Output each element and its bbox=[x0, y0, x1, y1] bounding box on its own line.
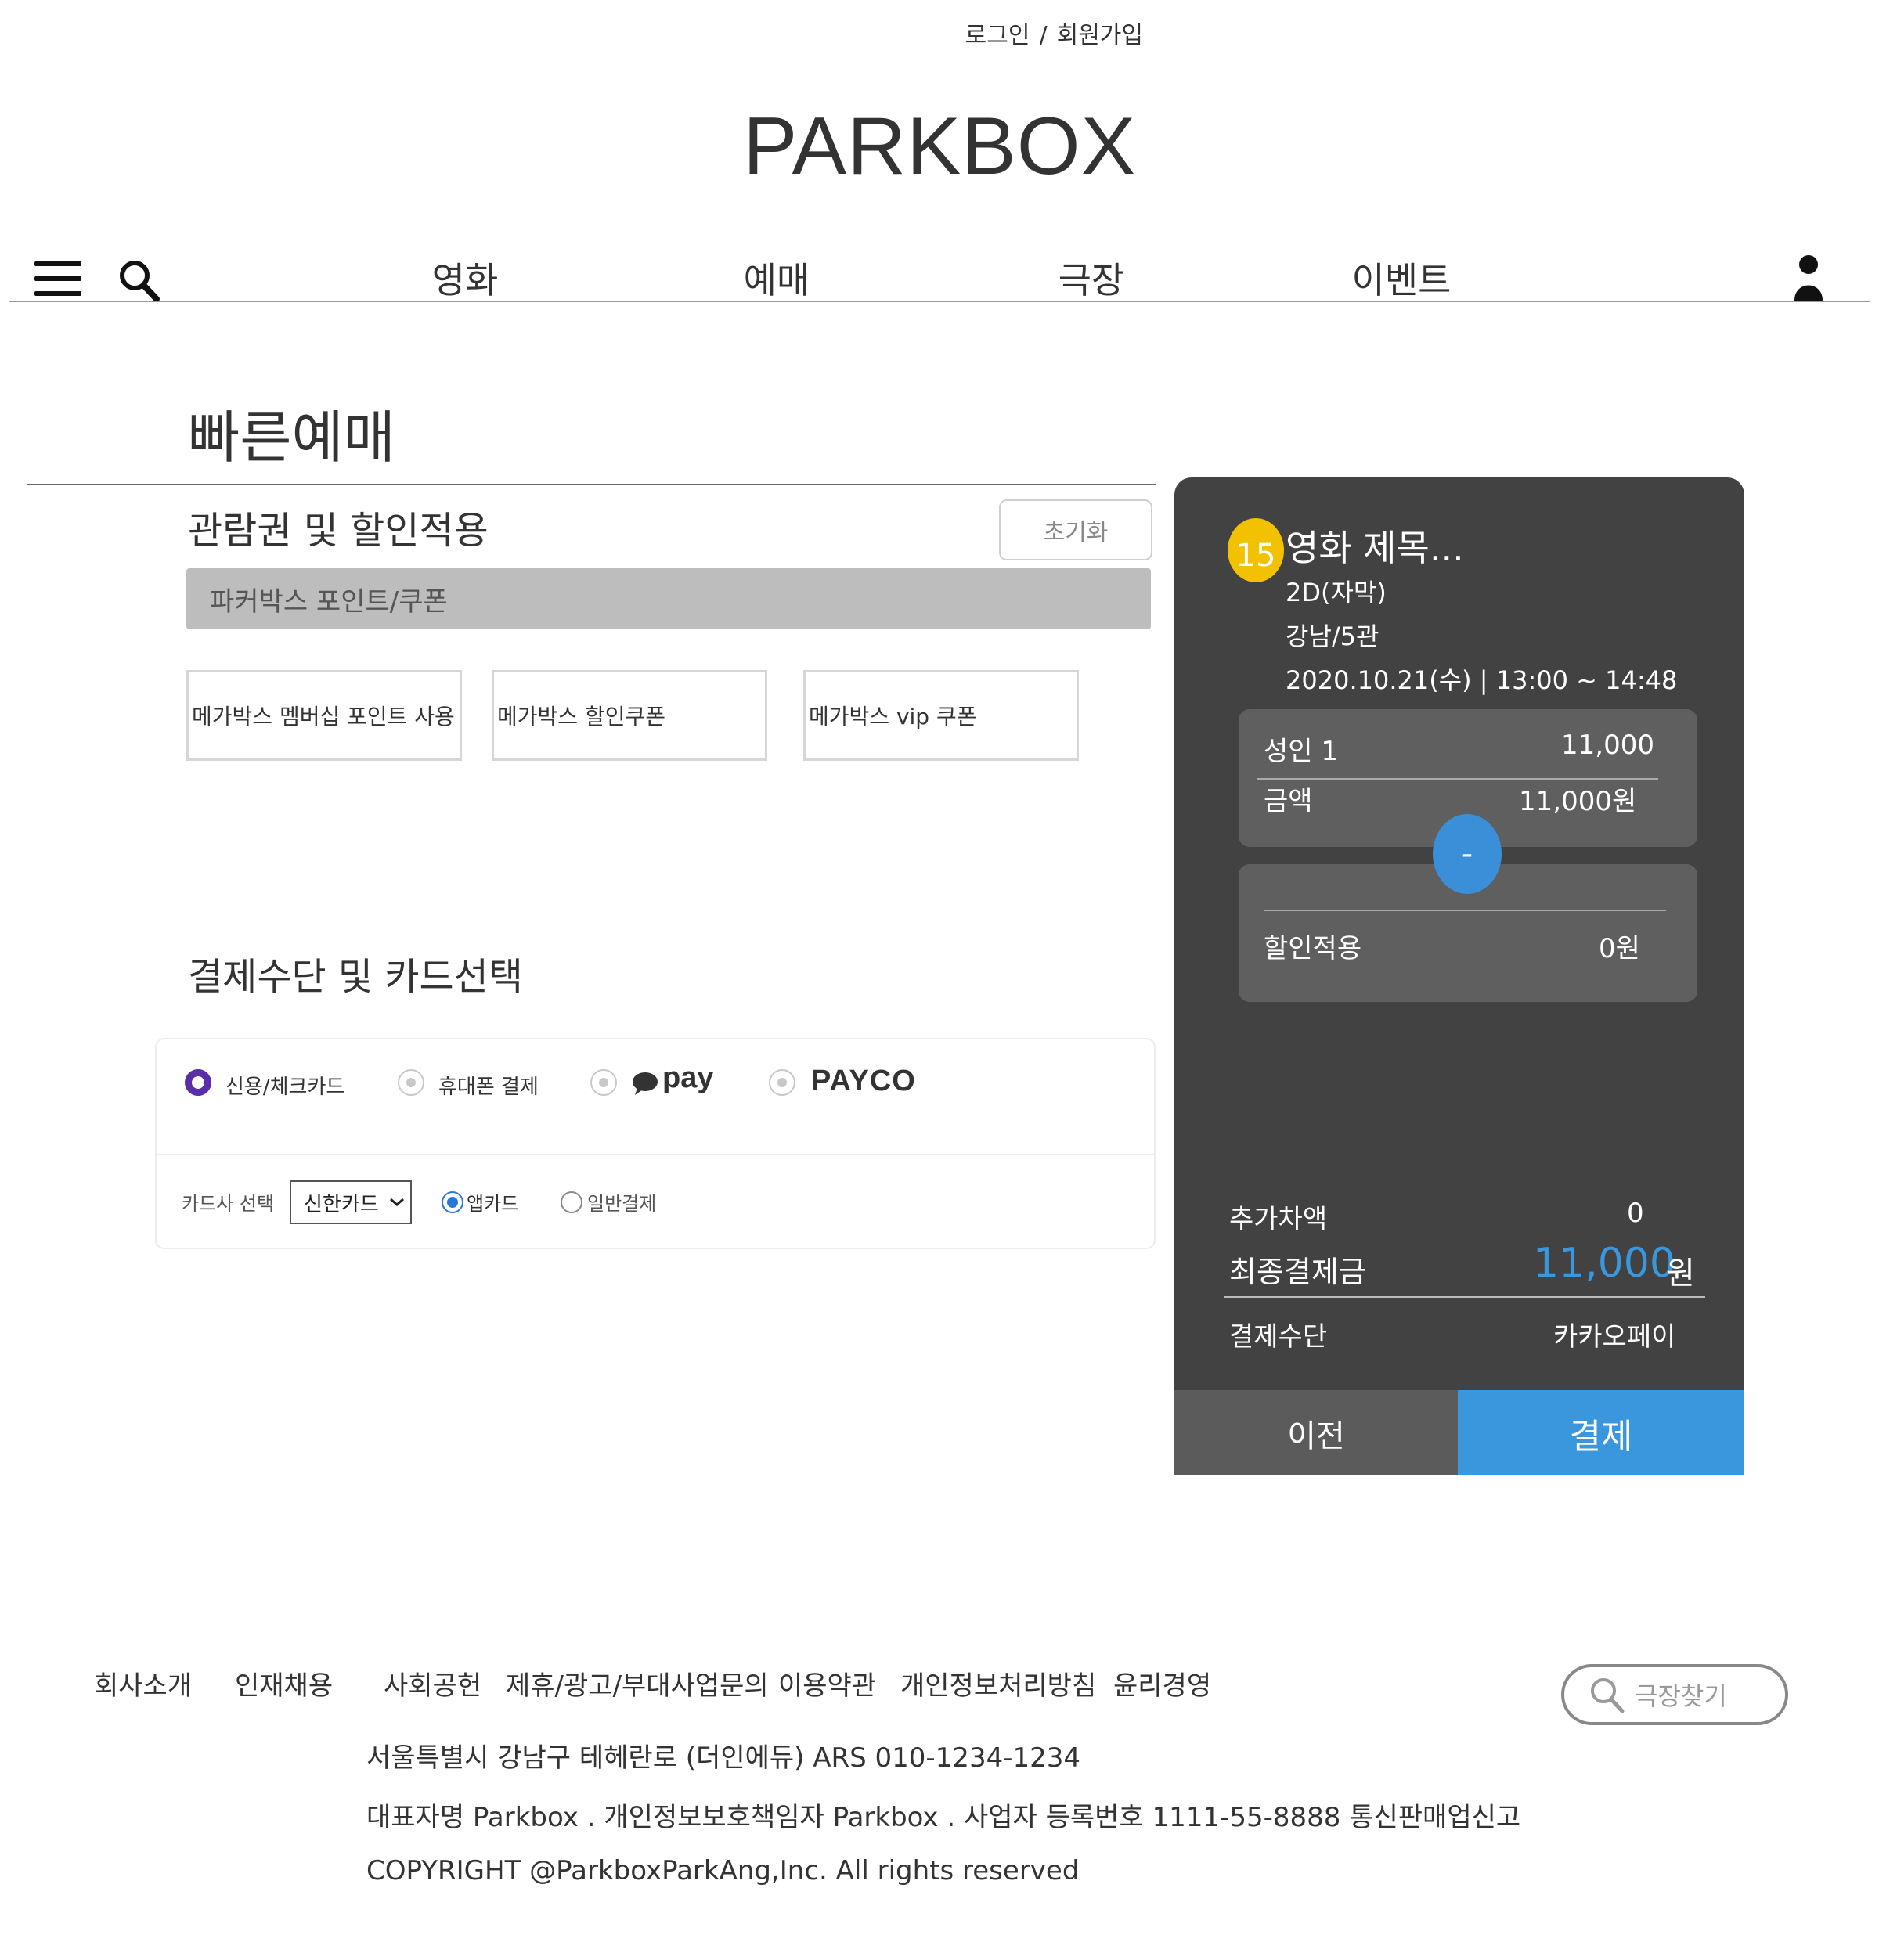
title-divider bbox=[27, 484, 1156, 485]
final-amount-value: 11,000 bbox=[1533, 1240, 1675, 1287]
adult-ticket-price: 11,000 bbox=[1561, 730, 1654, 761]
movie-title: 영화 제목... bbox=[1286, 527, 1464, 569]
footer-address: 서울특별시 강남구 테헤란로 (더인에듀) ARS 010-1234-1234 bbox=[366, 1742, 1080, 1774]
extra-amount-value: 0 bbox=[1627, 1198, 1644, 1229]
footer-link-terms[interactable]: 이용약관 bbox=[778, 1664, 876, 1702]
find-theater-button[interactable]: 극장찾기 bbox=[1561, 1664, 1788, 1725]
final-amount-label: 최종결제금 bbox=[1229, 1255, 1366, 1289]
credit-card-label[interactable]: 신용/체크카드 bbox=[225, 1071, 344, 1100]
mobile-pay-radio[interactable] bbox=[398, 1069, 424, 1096]
site-logo[interactable]: PARKBOX bbox=[0, 100, 1879, 193]
movie-format: 2D(자막) bbox=[1286, 578, 1387, 607]
nav-theaters[interactable]: 극장 bbox=[974, 252, 1209, 304]
payment-section-title: 결제수단 및 카드선택 bbox=[188, 955, 523, 999]
kakaopay-radio[interactable] bbox=[590, 1069, 617, 1096]
footer-link-careers[interactable]: 인재채용 bbox=[235, 1664, 333, 1702]
membership-point-option[interactable]: 메가박스 멤버십 포인트 사용 bbox=[186, 670, 462, 761]
card-company-label: 카드사 선택 bbox=[182, 1193, 275, 1215]
search-icon[interactable] bbox=[117, 258, 161, 304]
discount-section-title: 관람권 및 할인적용 bbox=[188, 509, 489, 553]
amount-value: 11,000원 bbox=[1519, 786, 1637, 817]
final-divider bbox=[1224, 1296, 1705, 1298]
find-theater-label: 극장찾기 bbox=[1635, 1681, 1727, 1711]
extra-amount-label: 추가차액 bbox=[1229, 1204, 1328, 1235]
page-title: 빠른예매 bbox=[188, 405, 395, 470]
mobile-pay-label[interactable]: 휴대폰 결제 bbox=[438, 1071, 539, 1100]
vip-coupon-option[interactable]: 메가박스 vip 쿠폰 bbox=[803, 670, 1079, 761]
card-company-select[interactable]: 신한카드 bbox=[290, 1180, 412, 1224]
search-icon bbox=[1591, 1678, 1625, 1713]
nav-movies[interactable]: 영화 bbox=[348, 252, 582, 304]
discount-divider bbox=[1264, 910, 1666, 911]
signup-link[interactable]: 회원가입 bbox=[1057, 22, 1143, 49]
minus-button[interactable]: - bbox=[1433, 814, 1502, 894]
payment-method-label: 결제수단 bbox=[1229, 1321, 1328, 1353]
chevron-down-icon bbox=[389, 1198, 404, 1206]
showtime: 2020.10.21(수) | 13:00 ~ 14:48 bbox=[1286, 665, 1678, 695]
auth-links: 로그인 / 회원가입 bbox=[965, 16, 1143, 50]
age-rating-badge: 15 bbox=[1228, 518, 1284, 582]
pay-button[interactable]: 결제 bbox=[1458, 1390, 1744, 1475]
footer-link-about[interactable]: 회사소개 bbox=[94, 1664, 192, 1702]
nav-events[interactable]: 이벤트 bbox=[1284, 252, 1519, 304]
payment-method-value: 카카오페이 bbox=[1553, 1321, 1676, 1353]
discount-label: 할인적용 bbox=[1264, 933, 1362, 964]
app-card-radio[interactable] bbox=[442, 1191, 463, 1213]
auth-separator: / bbox=[1039, 22, 1048, 49]
kakaopay-label[interactable]: pay bbox=[662, 1061, 713, 1095]
footer-link-social[interactable]: 사회공헌 bbox=[384, 1664, 481, 1702]
user-icon[interactable] bbox=[1793, 254, 1824, 301]
general-pay-radio[interactable] bbox=[561, 1191, 582, 1213]
footer-copyright: COPYRIGHT @ParkboxParkAng,Inc. All right… bbox=[366, 1855, 1080, 1886]
nav-divider bbox=[9, 301, 1870, 302]
general-pay-label[interactable]: 일반결제 bbox=[587, 1188, 656, 1216]
app-card-label[interactable]: 앱카드 bbox=[467, 1188, 518, 1216]
theater-info: 강남/5관 bbox=[1286, 622, 1379, 651]
footer-company-info: 대표자명 Parkbox . 개인정보보호책임자 Parkbox . 사업자 등… bbox=[366, 1802, 1521, 1833]
credit-card-radio[interactable] bbox=[185, 1069, 211, 1096]
footer-link-ethics[interactable]: 윤리경영 bbox=[1113, 1664, 1211, 1702]
card-company-value: 신한카드 bbox=[304, 1192, 379, 1216]
previous-button[interactable]: 이전 bbox=[1174, 1390, 1458, 1475]
discount-coupon-option[interactable]: 메가박스 할인쿠폰 bbox=[492, 670, 767, 761]
coupon-tab[interactable]: 파커박스 포인트/쿠폰 bbox=[186, 568, 1151, 629]
payco-radio[interactable] bbox=[769, 1069, 795, 1096]
nav-booking[interactable]: 예매 bbox=[659, 252, 894, 304]
adult-ticket-label: 성인 1 bbox=[1264, 736, 1338, 767]
final-amount-unit: 원 bbox=[1666, 1256, 1695, 1292]
payment-divider bbox=[157, 1154, 1154, 1155]
footer-link-partnership[interactable]: 제휴/광고/부대사업문의 bbox=[506, 1664, 769, 1702]
discount-value: 0원 bbox=[1599, 933, 1640, 964]
hamburger-menu-icon[interactable] bbox=[34, 261, 81, 296]
footer-link-privacy[interactable]: 개인정보처리방침 bbox=[900, 1664, 1096, 1702]
login-link[interactable]: 로그인 bbox=[965, 22, 1030, 49]
reset-button[interactable]: 초기화 bbox=[999, 499, 1152, 560]
speech-bubble-icon bbox=[633, 1072, 658, 1095]
payco-label[interactable]: PAYCO bbox=[811, 1065, 916, 1098]
amount-label: 금액 bbox=[1264, 786, 1313, 817]
